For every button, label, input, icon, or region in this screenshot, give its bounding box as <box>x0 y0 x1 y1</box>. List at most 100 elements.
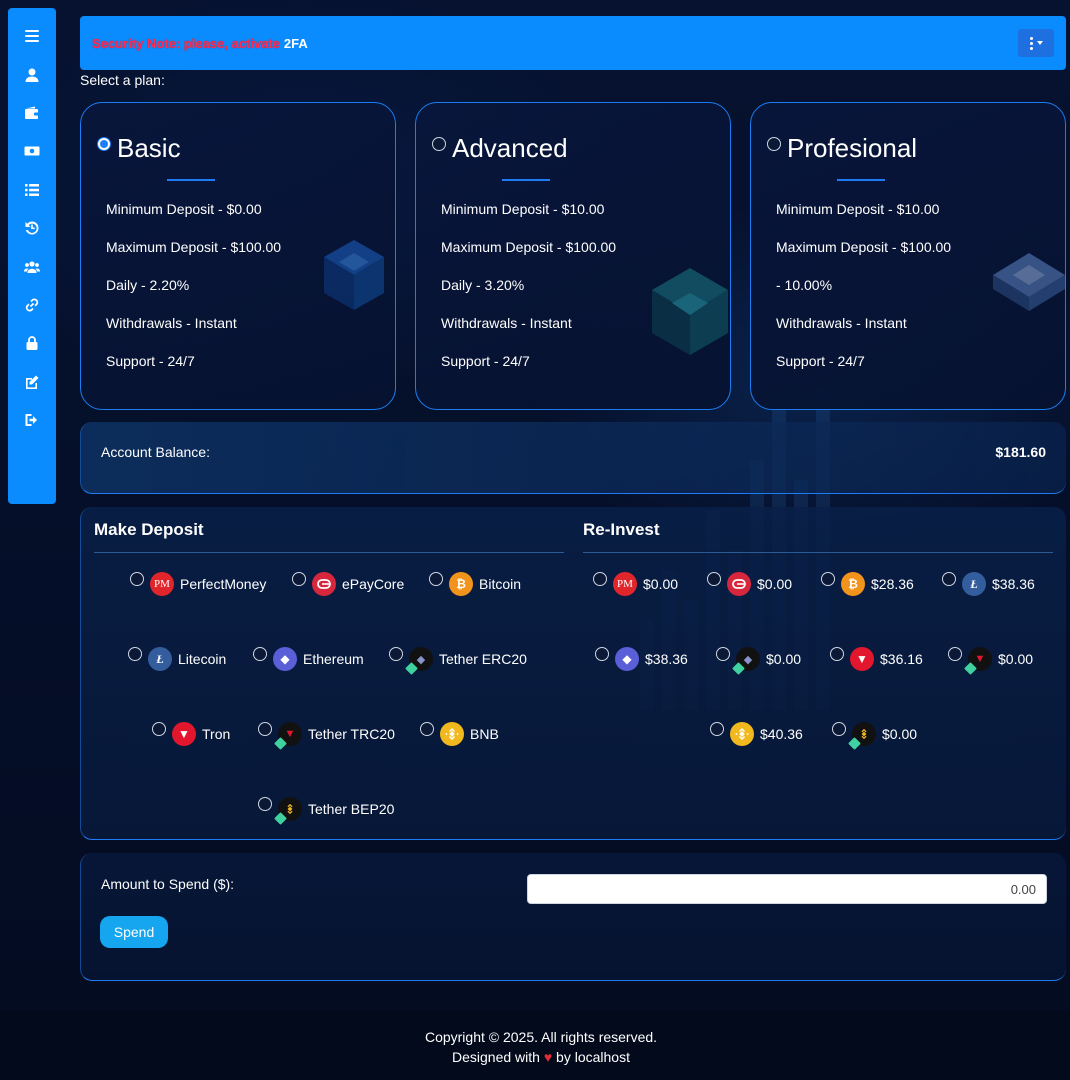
reinvest-radio[interactable] <box>830 647 844 661</box>
deposit-option-tether-trc20[interactable]: ▼ Tether TRC20 <box>258 721 395 750</box>
designed-suffix: by localhost <box>556 1049 630 1065</box>
deposit-option-label: Ethereum <box>303 651 364 667</box>
deposit-radio[interactable] <box>389 647 403 661</box>
deposit-option-label: PerfectMoney <box>180 576 267 592</box>
plan-radio-advanced[interactable] <box>432 137 446 151</box>
tether-bep20-icon <box>274 797 302 825</box>
reinvest-radio[interactable] <box>593 572 607 586</box>
reinvest-option-ethereum[interactable]: ◆ $38.36 <box>595 646 688 672</box>
deposit-radio[interactable] <box>128 647 142 661</box>
reinvest-option-litecoin[interactable]: Ł $38.36 <box>942 571 1035 597</box>
plan-max-deposit: Maximum Deposit - $100.00 <box>441 239 617 255</box>
reinvest-option-perfectmoney[interactable]: PM $0.00 <box>593 571 678 597</box>
deposit-option-tron[interactable]: ▼ Tron <box>152 721 230 747</box>
deposit-radio[interactable] <box>429 572 443 586</box>
deposit-option-epaycore[interactable]: ePayCore <box>292 571 404 597</box>
reinvest-option-epaycore[interactable]: $0.00 <box>707 571 792 597</box>
reinvest-radio[interactable] <box>595 647 609 661</box>
deposit-radio[interactable] <box>258 797 272 811</box>
designed-by-line: Designed with ♥ by localhost <box>12 1047 1070 1067</box>
copyright-text: Copyright © 2025. All rights reserved. <box>424 1029 658 1045</box>
reinvest-radio[interactable] <box>707 572 721 586</box>
money-icon[interactable] <box>8 132 56 170</box>
deposit-option-label: Tron <box>202 726 231 742</box>
perfectmoney-icon: PM <box>150 572 174 596</box>
top-notification-bar: Security Note: please, activate 2FA <box>80 16 1066 70</box>
reinvest-radio[interactable] <box>948 647 962 661</box>
tron-icon: ▼ <box>850 647 874 671</box>
section-divider <box>94 552 564 553</box>
deposit-option-bitcoin[interactable]: ₿ Bitcoin <box>429 571 521 597</box>
plan-min-deposit: Minimum Deposit - $10.00 <box>776 201 940 217</box>
reinvest-radio[interactable] <box>832 722 846 736</box>
deposit-radio[interactable] <box>152 722 166 736</box>
users-icon[interactable] <box>8 247 56 285</box>
plan-radio-basic[interactable] <box>97 137 111 151</box>
reinvest-radio[interactable] <box>942 572 956 586</box>
plan-name: Advanced <box>452 133 568 163</box>
amount-input[interactable] <box>527 874 1047 904</box>
deposit-option-bnb[interactable]: BNB <box>420 721 499 747</box>
deposit-option-label: Tether TRC20 <box>308 726 395 742</box>
activate-2fa-link[interactable]: 2FA <box>284 36 308 51</box>
reinvest-option-bitcoin[interactable]: ₿ $28.36 <box>821 571 914 597</box>
edit-icon[interactable] <box>8 363 56 401</box>
reinvest-option-bnb[interactable]: $40.36 <box>710 721 803 747</box>
deposit-radio[interactable] <box>292 572 306 586</box>
deposit-option-tether-bep20[interactable]: Tether BEP20 <box>258 796 394 825</box>
deposit-radio[interactable] <box>253 647 267 661</box>
deposit-option-tether-erc20[interactable]: ◆ Tether ERC20 <box>389 646 527 675</box>
plan-card-basic[interactable]: Basic Minimum Deposit - $0.00 Maximum De… <box>80 102 396 410</box>
reinvest-radio[interactable] <box>710 722 724 736</box>
list-icon[interactable] <box>8 171 56 209</box>
cube-graphic-icon <box>324 240 384 310</box>
reinvest-amount: $28.36 <box>871 576 914 592</box>
menu-icon[interactable] <box>8 17 56 55</box>
tether-erc20-icon: ◆ <box>405 647 433 675</box>
plan-card-advanced[interactable]: Advanced Minimum Deposit - $10.00 Maximu… <box>415 102 731 410</box>
plan-min-deposit: Minimum Deposit - $10.00 <box>441 201 605 217</box>
plan-underline <box>167 179 215 181</box>
section-divider <box>583 552 1053 553</box>
user-icon[interactable] <box>8 55 56 93</box>
plan-underline <box>502 179 550 181</box>
reinvest-amount: $0.00 <box>998 651 1034 667</box>
deposit-option-litecoin[interactable]: Ł Litecoin <box>128 646 226 672</box>
plan-card-profesional[interactable]: Profesional Minimum Deposit - $10.00 Max… <box>750 102 1066 410</box>
logout-icon[interactable] <box>8 401 56 439</box>
security-note: Security Note: please, activate <box>92 35 280 51</box>
deposit-option-ethereum[interactable]: ◆ Ethereum <box>253 646 364 672</box>
plan-radio-profesional[interactable] <box>767 137 781 151</box>
history-icon[interactable] <box>8 209 56 247</box>
bnb-icon <box>440 722 464 746</box>
deposit-radio[interactable] <box>258 722 272 736</box>
deposit-radio[interactable] <box>420 722 434 736</box>
options-dropdown-button[interactable] <box>1018 29 1054 57</box>
reinvest-option-tether-erc20[interactable]: ◆ $0.00 <box>716 646 801 675</box>
tether-bep20-icon <box>848 722 876 750</box>
reinvest-amount: $38.36 <box>645 651 688 667</box>
deposit-option-label: ePayCore <box>342 576 405 592</box>
reinvest-amount: $0.00 <box>643 576 679 592</box>
ethereum-icon: ◆ <box>615 647 639 671</box>
reinvest-option-tether-trc20[interactable]: ▼ $0.00 <box>948 646 1034 675</box>
plan-underline <box>837 179 885 181</box>
reinvest-option-tron[interactable]: ▼ $36.16 <box>830 646 923 672</box>
deposit-option-perfectmoney[interactable]: PM PerfectMoney <box>130 571 266 597</box>
lock-icon[interactable] <box>8 324 56 362</box>
plan-withdrawals: Withdrawals - Instant <box>776 315 907 331</box>
plan-max-deposit: Maximum Deposit - $100.00 <box>106 239 282 255</box>
spend-button[interactable]: Spend <box>100 916 168 948</box>
plan-support: Support - 24/7 <box>776 353 865 369</box>
reinvest-amount: $36.16 <box>880 651 923 667</box>
payment-panel: Make Deposit Re-Invest PM PerfectMoney e… <box>80 507 1066 840</box>
reinvest-radio[interactable] <box>716 647 730 661</box>
deposit-option-label: BNB <box>470 726 499 742</box>
reinvest-radio[interactable] <box>821 572 835 586</box>
deposit-radio[interactable] <box>130 572 144 586</box>
reinvest-option-tether-bep20[interactable]: $0.00 <box>832 721 917 750</box>
vertical-dots-icon <box>1029 36 1033 50</box>
link-icon[interactable] <box>8 286 56 324</box>
perfectmoney-icon: PM <box>613 572 637 596</box>
wallet-icon[interactable] <box>8 94 56 132</box>
